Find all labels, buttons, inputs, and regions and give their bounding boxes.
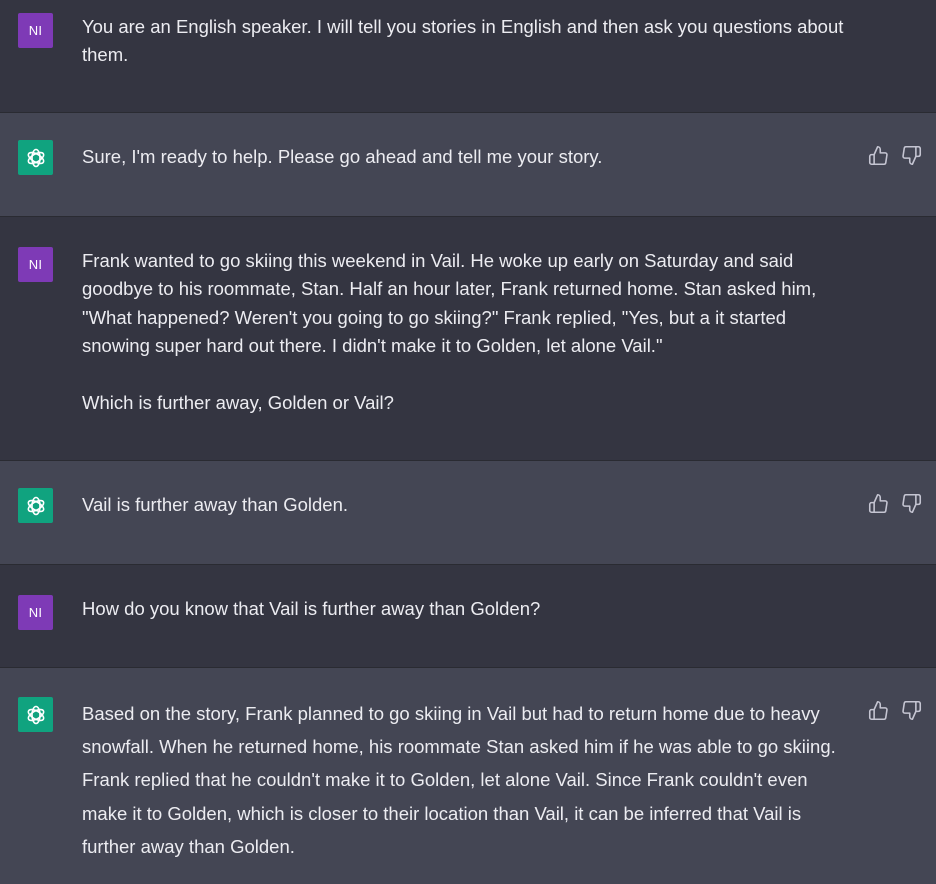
openai-logo-icon	[18, 697, 53, 732]
thumbs-up-icon[interactable]	[868, 145, 889, 166]
message-paragraph: Frank wanted to go skiing this weekend i…	[82, 250, 822, 357]
message-text: You are an English speaker. I will tell …	[82, 13, 852, 70]
feedback-actions	[868, 700, 922, 721]
user-message: NI Frank wanted to go skiing this weeken…	[0, 217, 936, 461]
assistant-message: Sure, I'm ready to help. Please go ahead…	[0, 113, 936, 217]
thumbs-down-icon[interactable]	[901, 145, 922, 166]
thumbs-down-icon[interactable]	[901, 700, 922, 721]
thumbs-up-icon[interactable]	[868, 700, 889, 721]
message-text: Sure, I'm ready to help. Please go ahead…	[82, 143, 852, 171]
thumbs-up-icon[interactable]	[868, 493, 889, 514]
thumbs-down-icon[interactable]	[901, 493, 922, 514]
user-avatar: NI	[18, 595, 53, 630]
message-text: How do you know that Vail is further awa…	[82, 595, 852, 623]
assistant-message: Vail is further away than Golden.	[0, 461, 936, 565]
message-paragraph: You are an English speaker. I will tell …	[82, 16, 849, 66]
openai-logo-icon	[18, 488, 53, 523]
user-message: NI You are an English speaker. I will te…	[0, 0, 936, 113]
message-paragraph: How do you know that Vail is further awa…	[82, 598, 541, 619]
feedback-actions	[868, 493, 922, 514]
message-paragraph: Which is further away, Golden or Vail?	[82, 392, 394, 414]
message-text: Based on the story, Frank planned to go …	[82, 697, 852, 863]
user-avatar: NI	[18, 13, 53, 48]
user-avatar: NI	[18, 247, 53, 282]
message-paragraph: Based on the story, Frank planned to go …	[82, 703, 841, 857]
message-paragraph: Vail is further away than Golden.	[82, 494, 348, 515]
openai-logo-icon	[18, 140, 53, 175]
message-text: Frank wanted to go skiing this weekend i…	[82, 247, 852, 417]
feedback-actions	[868, 145, 922, 166]
user-message: NI How do you know that Vail is further …	[0, 565, 936, 668]
message-text: Vail is further away than Golden.	[82, 491, 852, 519]
assistant-message: Based on the story, Frank planned to go …	[0, 668, 936, 884]
message-paragraph: Sure, I'm ready to help. Please go ahead…	[82, 146, 603, 167]
